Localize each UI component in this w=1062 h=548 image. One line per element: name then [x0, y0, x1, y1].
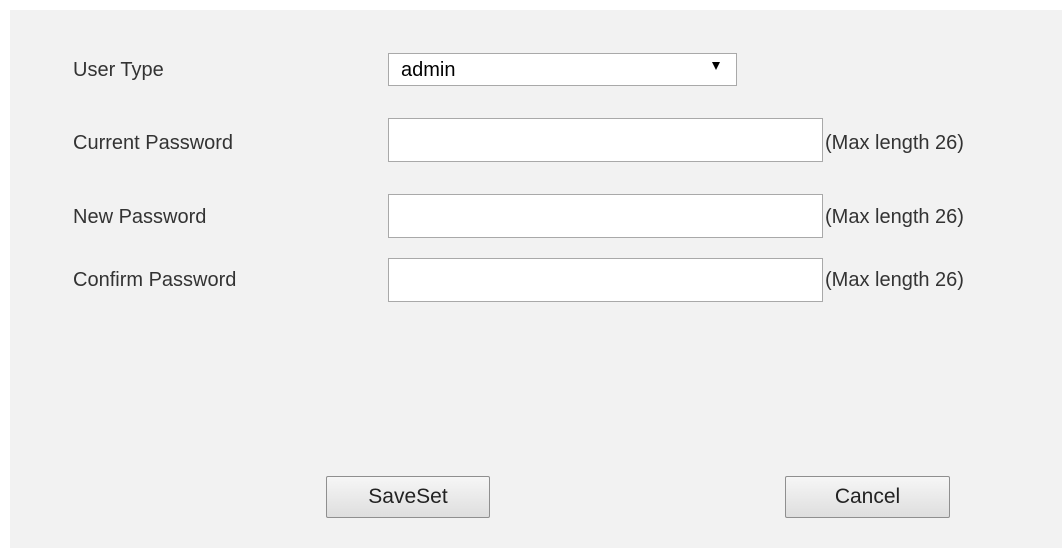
current-password-field[interactable] [388, 118, 823, 162]
user-type-label: User Type [73, 59, 164, 81]
confirm-password-field[interactable] [388, 258, 823, 302]
user-type-selected-value: admin [401, 59, 456, 81]
new-password-label: New Password [73, 206, 207, 228]
cancel-button[interactable]: Cancel [785, 476, 950, 518]
confirm-password-label: Confirm Password [73, 269, 237, 291]
current-password-hint: (Max length 26) [825, 132, 964, 154]
current-password-label: Current Password [73, 132, 234, 154]
new-password-field[interactable] [388, 194, 823, 238]
confirm-password-hint: (Max length 26) [825, 269, 964, 291]
user-type-select[interactable]: admin [388, 53, 737, 86]
triangle-down-icon [712, 62, 720, 70]
save-button[interactable]: SaveSet [326, 476, 490, 518]
new-password-hint: (Max length 26) [825, 206, 964, 228]
settings-panel: User Type admin Current Password (Max le… [10, 10, 1062, 548]
